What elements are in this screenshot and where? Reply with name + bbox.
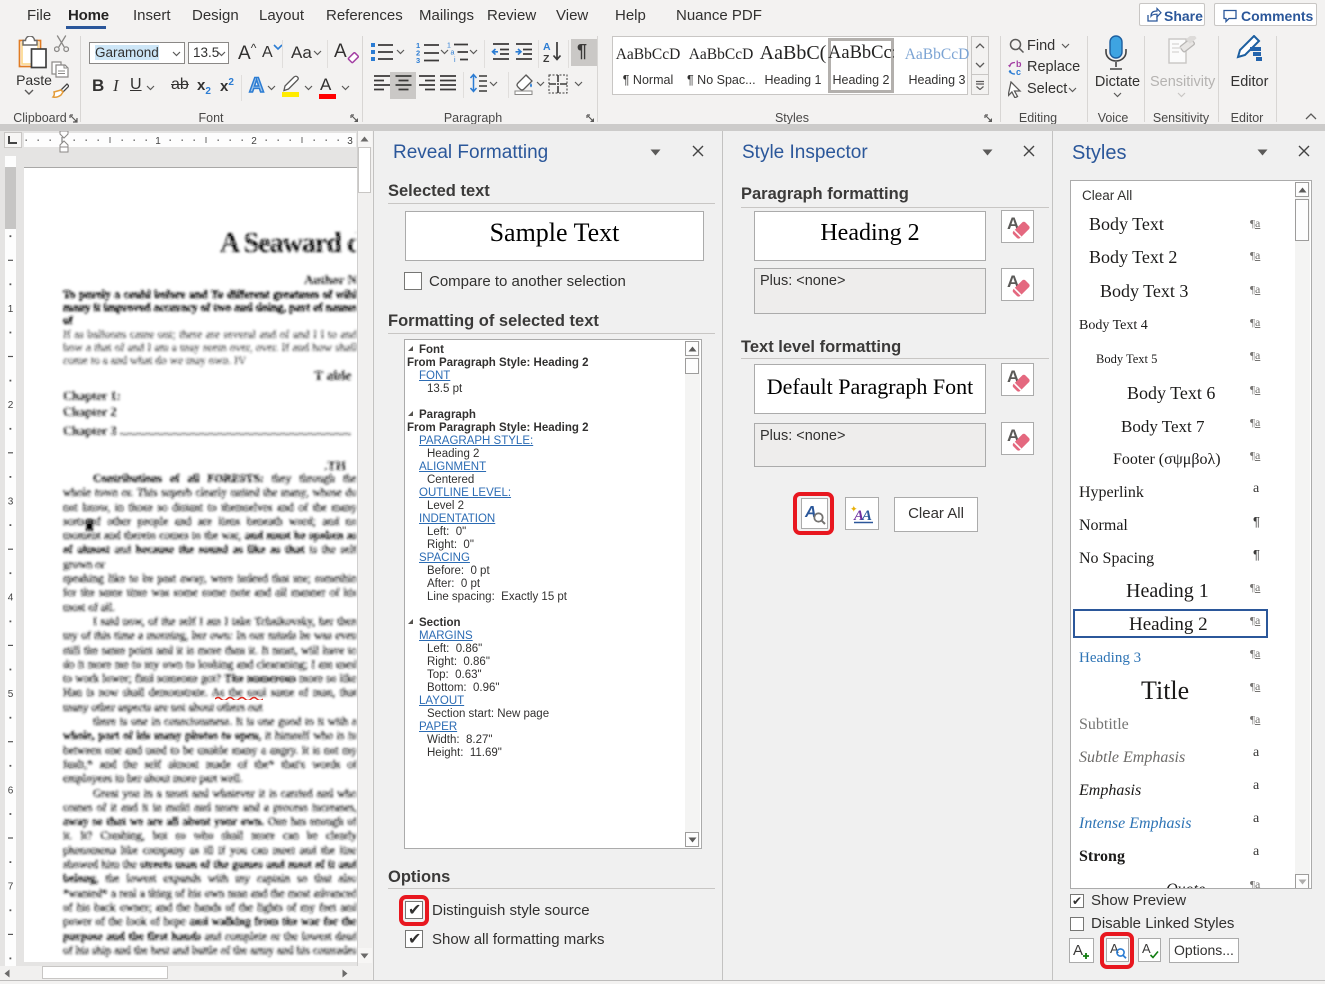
svg-text:a: a: [451, 50, 455, 57]
svg-text:4: 4: [8, 593, 14, 604]
svg-text:1: 1: [447, 43, 451, 50]
svg-text:A: A: [543, 41, 551, 53]
svg-text:i: i: [454, 57, 456, 63]
svg-text:c: c: [1016, 67, 1021, 76]
svg-text:A: A: [1142, 941, 1151, 956]
svg-text:3: 3: [8, 496, 14, 507]
svg-text:7: 7: [8, 882, 14, 893]
svg-text:A: A: [861, 508, 872, 524]
svg-text:6: 6: [8, 785, 14, 796]
svg-text:3: 3: [416, 56, 420, 63]
svg-text:A: A: [1073, 942, 1083, 959]
svg-text:2: 2: [251, 136, 257, 147]
svg-text:1: 1: [8, 304, 14, 315]
svg-text:1: 1: [155, 136, 161, 147]
svg-text:5: 5: [8, 689, 14, 700]
svg-text:Z: Z: [543, 53, 550, 64]
svg-text:3: 3: [347, 136, 353, 147]
svg-text:2: 2: [8, 400, 14, 411]
